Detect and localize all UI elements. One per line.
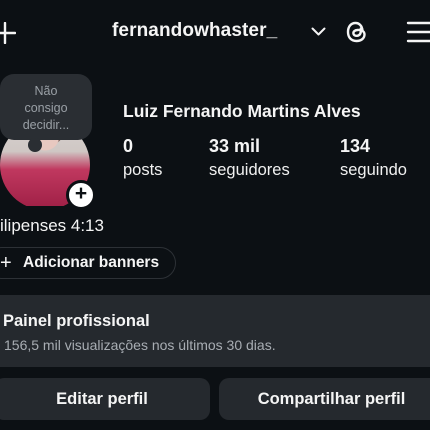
- share-profile-button[interactable]: Compartilhar perfil: [219, 378, 430, 420]
- plus-icon: +: [0, 252, 12, 274]
- edit-profile-button[interactable]: Editar perfil: [0, 378, 210, 420]
- stat-followers[interactable]: 33 mil seguidores: [209, 136, 290, 180]
- stat-label: seguindo: [340, 161, 407, 179]
- plus-icon[interactable]: [0, 22, 16, 44]
- threads-icon[interactable]: [343, 18, 371, 46]
- stat-value: 0: [123, 136, 134, 156]
- stat-posts[interactable]: 0 posts: [123, 136, 162, 180]
- stat-value: 134: [340, 136, 371, 156]
- note-bubble-tail: [28, 138, 42, 152]
- username-switcher[interactable]: fernandowhaster_: [112, 20, 277, 42]
- stat-value: 33 mil: [209, 136, 261, 156]
- profile-full-name: Luiz Fernando Martins Alves: [123, 101, 361, 121]
- chevron-down-icon[interactable]: [311, 27, 326, 37]
- note-bubble[interactable]: Não consigo decidir...: [0, 74, 92, 140]
- dashboard-title: Painel profissional: [3, 312, 150, 330]
- stat-following[interactable]: 134 seguindo: [340, 136, 407, 180]
- add-story-icon[interactable]: +: [66, 180, 96, 210]
- professional-dashboard-card[interactable]: [0, 295, 430, 367]
- add-banners-label: Adicionar banners: [23, 254, 160, 271]
- note-text: Não consigo decidir...: [22, 84, 70, 132]
- menu-icon[interactable]: [406, 21, 430, 43]
- stat-label: seguidores: [209, 161, 290, 179]
- dashboard-subtitle: 156,5 mil visualizações nos últimos 30 d…: [4, 337, 276, 353]
- profile-bio: ilipenses 4:13: [0, 216, 104, 235]
- stat-label: posts: [123, 161, 163, 179]
